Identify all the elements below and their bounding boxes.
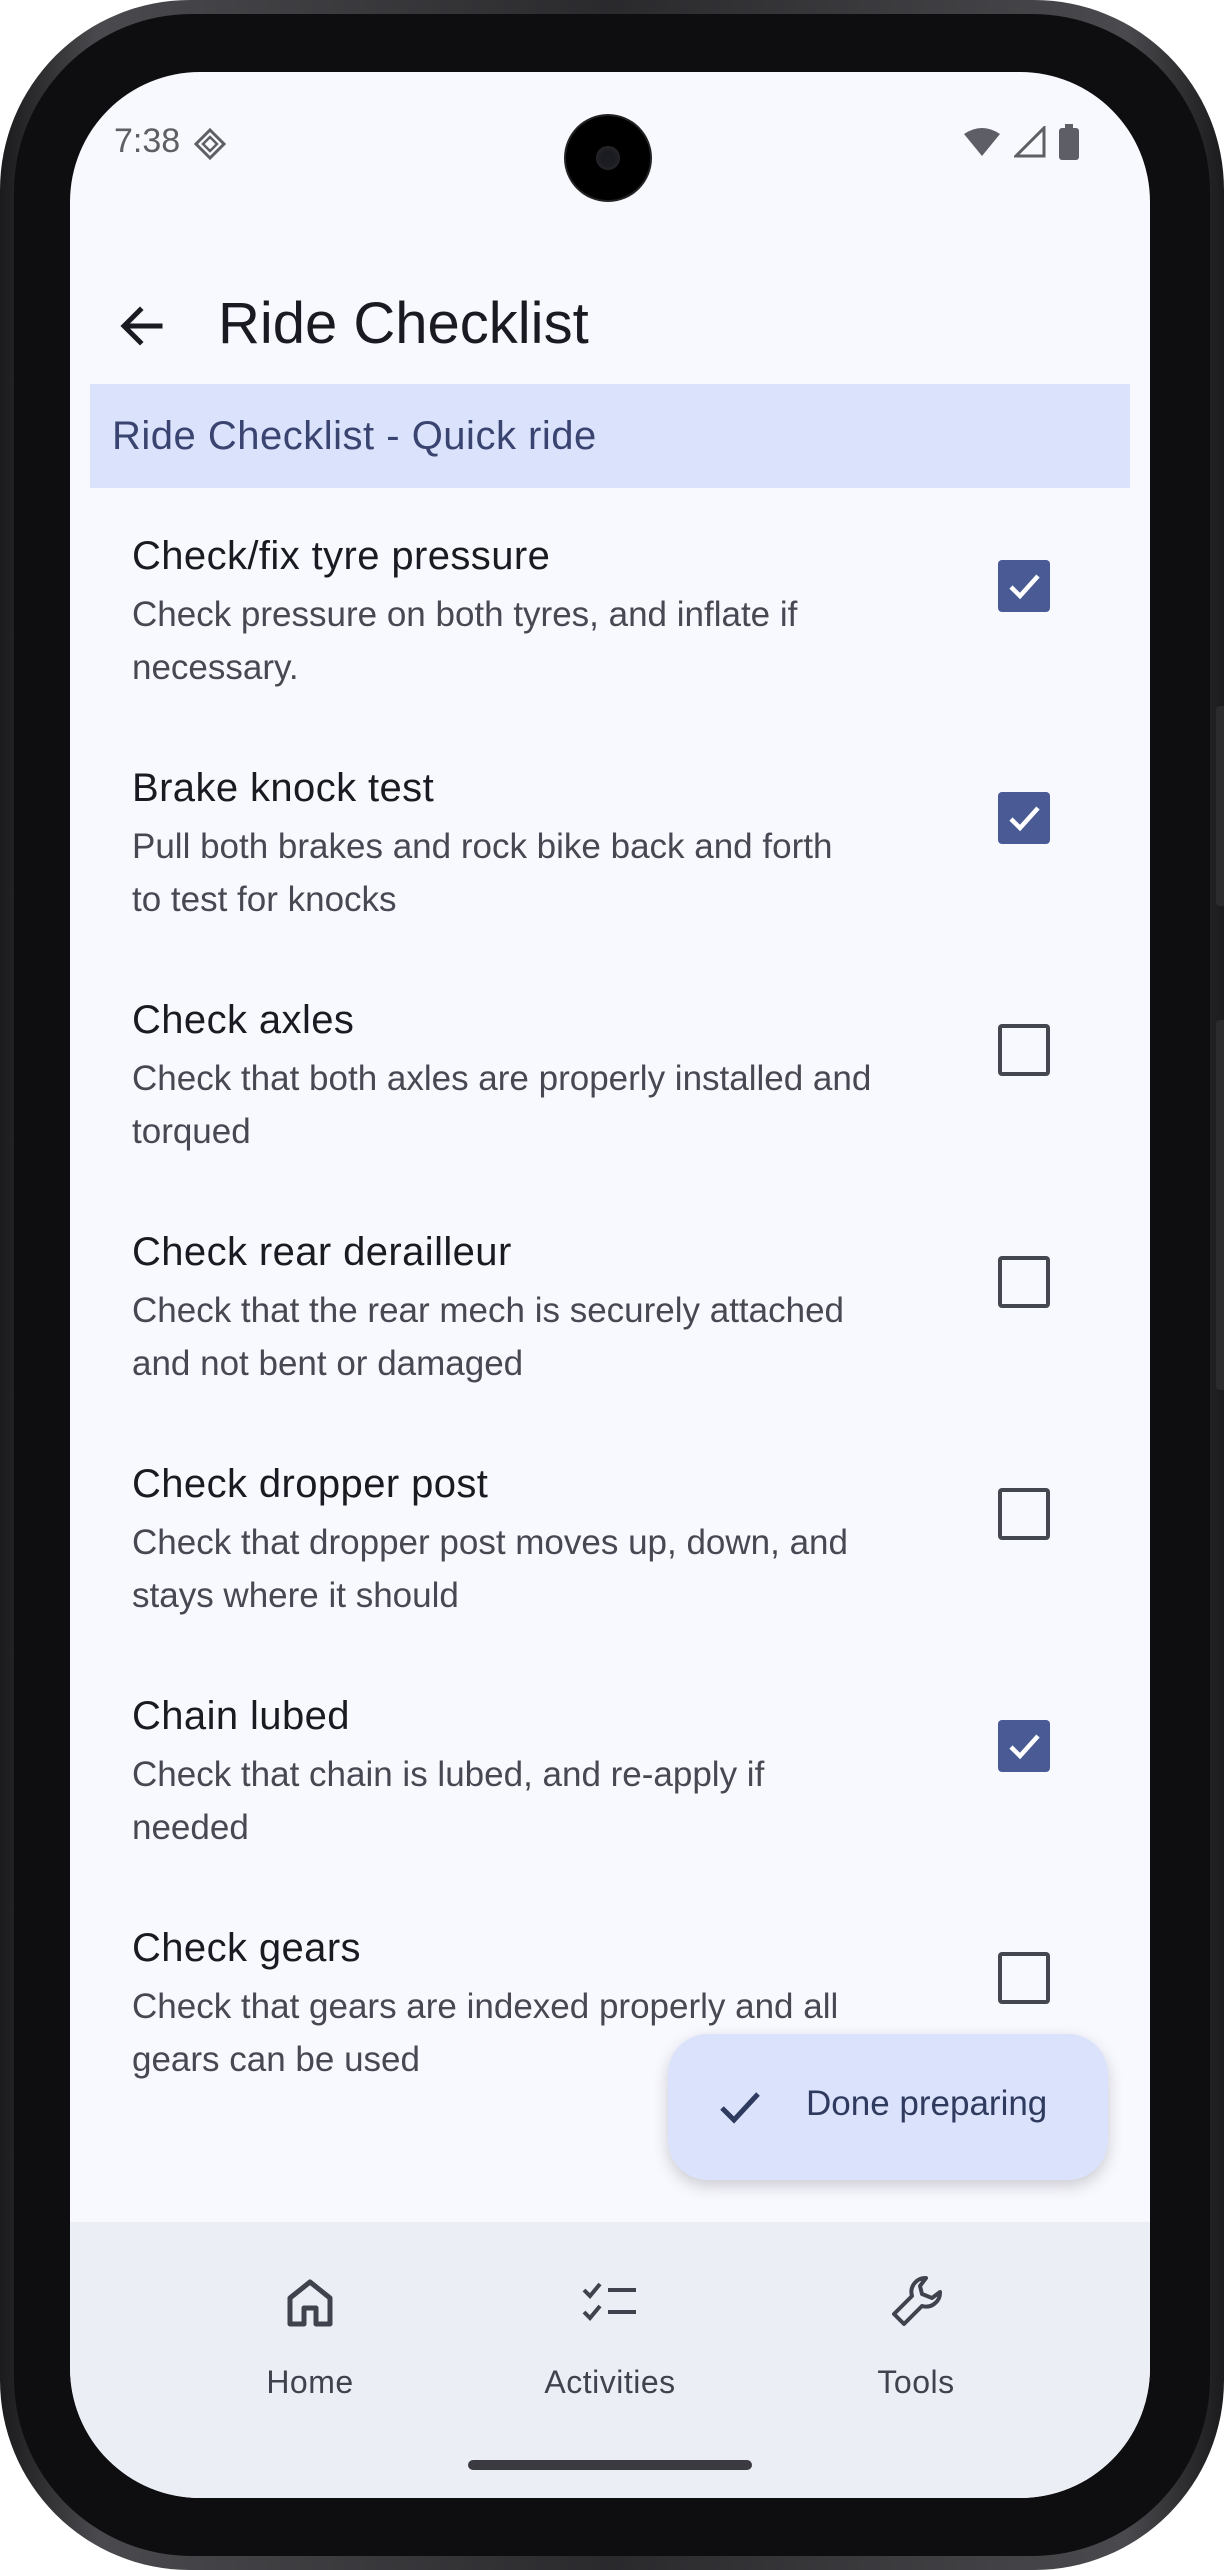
checklist-item-description: Check that dropper post moves up, down, … (132, 1516, 932, 1622)
back-arrow-icon[interactable] (112, 296, 172, 356)
home-icon (287, 2279, 333, 2327)
status-icons (962, 124, 1080, 160)
fab-label: Done preparing (806, 2084, 1048, 2123)
description-line: stays where it should (132, 1576, 459, 1615)
status-time: 7:38 (114, 122, 181, 160)
section-header: Ride Checklist - Quick ride (90, 384, 1130, 488)
checklist-item-title: Check/fix tyre pressure (132, 534, 551, 578)
checklist-item-description: Check that the rear mech is securely att… (132, 1284, 932, 1390)
checklist-item-description: Pull both brakes and rock bike back and … (132, 820, 932, 926)
checklist-item-title: Check rear derailleur (132, 1230, 512, 1274)
description-line: to test for knocks (132, 880, 397, 919)
description-line: Check that gears are indexed properly an… (132, 1987, 839, 2026)
volume-button (1216, 706, 1224, 906)
checkmark-icon (1009, 574, 1040, 600)
top-app-bar: Ride Checklist (70, 262, 1150, 382)
checklist-checkbox[interactable] (998, 560, 1050, 612)
description-line: Check that both axles are properly insta… (132, 1059, 872, 1098)
assistant-diamond-icon (194, 128, 226, 160)
checklist-checkbox[interactable] (998, 1256, 1050, 1308)
checklist-item[interactable]: Check dropper post Check that dropper pos… (70, 1416, 1150, 1648)
checklist-item-description: Check pressure on both tyres, and inflat… (132, 588, 932, 694)
power-button (1216, 1020, 1224, 1390)
screen: 7:38 Ride Checklist Ride Checklist - Qui… (70, 72, 1150, 2498)
description-line: Check that chain is lubed, and re-apply … (132, 1755, 765, 1794)
bottom-navigation: Home Activities Tools (70, 2222, 1150, 2498)
checklist-checkbox[interactable] (998, 1952, 1050, 2004)
checklist-checkbox[interactable] (998, 1488, 1050, 1540)
device-frame: 7:38 Ride Checklist Ride Checklist - Qui… (0, 0, 1224, 2570)
checklist-item[interactable]: Brake knock test Pull both brakes and roc… (70, 720, 1150, 952)
checkmark-icon (1009, 1734, 1040, 1760)
description-line: and not bent or damaged (132, 1344, 524, 1383)
checklist-item-description: Check that both axles are properly insta… (132, 1052, 932, 1158)
description-line: torqued (132, 1112, 251, 1151)
checklist-item-title: Brake knock test (132, 766, 435, 810)
checklist-item-title: Chain lubed (132, 1694, 350, 1738)
cell-signal-icon (1014, 126, 1046, 158)
wifi-icon (964, 128, 1000, 156)
checklist-item-title: Check gears (132, 1926, 361, 1970)
checklist-item-title: Check dropper post (132, 1462, 489, 1506)
nav-label-activities: Activities (544, 2364, 676, 2400)
wrench-icon (892, 2276, 942, 2326)
checklist: Check/fix tyre pressure Check pressure on… (70, 488, 1150, 2112)
description-line: Check that dropper post moves up, down, … (132, 1523, 848, 1562)
front-camera (566, 116, 650, 200)
nav-item-tools[interactable]: Tools (806, 2272, 1026, 2422)
checklist-icon (582, 2282, 636, 2321)
description-line: necessary. (132, 648, 299, 687)
description-line: Check that the rear mech is securely att… (132, 1291, 845, 1330)
nav-item-activities[interactable]: Activities (500, 2272, 720, 2422)
checklist-checkbox[interactable] (998, 1720, 1050, 1772)
checklist-item[interactable]: Check/fix tyre pressure Check pressure on… (70, 488, 1150, 720)
gesture-home-indicator[interactable] (468, 2460, 752, 2470)
description-line: needed (132, 1808, 249, 1847)
checkmark-icon (1009, 806, 1040, 832)
nav-label-home: Home (266, 2364, 354, 2400)
checklist-item[interactable]: Check rear derailleur Check that the rear… (70, 1184, 1150, 1416)
checklist-item-title: Check axles (132, 998, 355, 1042)
nav-label-tools: Tools (877, 2364, 955, 2400)
checklist-checkbox[interactable] (998, 792, 1050, 844)
checklist-checkbox[interactable] (998, 1024, 1050, 1076)
nav-item-home[interactable]: Home (200, 2272, 420, 2422)
status-bar: 7:38 (70, 72, 1150, 212)
battery-icon (1059, 124, 1079, 160)
checklist-item[interactable]: Chain lubed Check that chain is lubed, an… (70, 1648, 1150, 1880)
description-line: Check pressure on both tyres, and inflat… (132, 595, 798, 634)
check-icon (720, 2092, 760, 2124)
done-preparing-button[interactable]: Done preparing (668, 2034, 1108, 2180)
checklist-item-description: Check that chain is lubed, and re-apply … (132, 1748, 932, 1854)
checklist-item[interactable]: Check axles Check that both axles are pro… (70, 952, 1150, 1184)
page-title: Ride Checklist (218, 291, 589, 356)
description-line: Pull both brakes and rock bike back and … (132, 827, 833, 866)
